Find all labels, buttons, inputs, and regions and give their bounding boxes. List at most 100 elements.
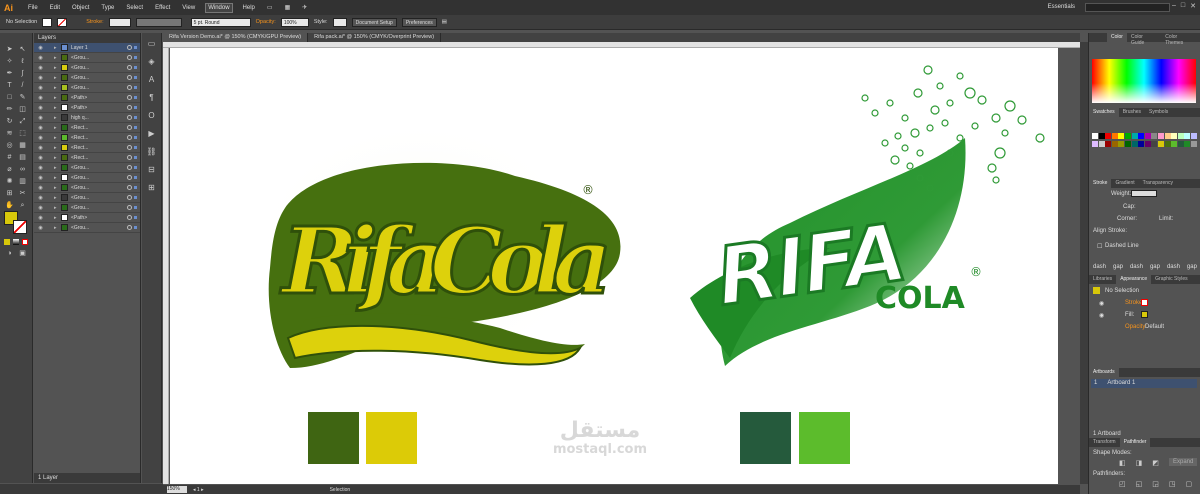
layer-row[interactable]: ◉ ▸ <Rect... bbox=[34, 143, 140, 153]
paragraph-panel-icon[interactable]: ¶ bbox=[145, 93, 159, 103]
disclosure-icon[interactable]: ▸ bbox=[54, 95, 61, 101]
disclosure-icon[interactable]: ▸ bbox=[54, 205, 61, 211]
transform-panel-icon[interactable]: ⊞ bbox=[145, 183, 159, 193]
actions-panel-icon[interactable]: ▶ bbox=[145, 129, 159, 139]
lasso-tool-icon[interactable]: ℓ bbox=[18, 57, 27, 66]
draw-mode-icon[interactable]: ◑ bbox=[5, 249, 14, 258]
target-icon[interactable] bbox=[127, 135, 132, 140]
magic-wand-tool-icon[interactable]: ✧ bbox=[5, 57, 14, 66]
eye-icon[interactable]: ◉ bbox=[36, 215, 45, 221]
eye-icon[interactable]: ◉ bbox=[36, 45, 45, 51]
target-icon[interactable] bbox=[127, 145, 132, 150]
hand-tool-icon[interactable]: ✋ bbox=[5, 201, 14, 210]
swatch[interactable] bbox=[1184, 141, 1191, 147]
tab-rifa-version-demo[interactable]: Rifa Version Demo.ai* @ 150% (CMYK/GPU P… bbox=[163, 33, 309, 42]
tab-gradient[interactable]: Gradient bbox=[1111, 179, 1138, 188]
crop-icon[interactable]: ◳ bbox=[1169, 480, 1176, 488]
swatch[interactable] bbox=[1171, 141, 1178, 147]
none-mode-icon[interactable] bbox=[22, 239, 28, 245]
maximize-icon[interactable]: □ bbox=[1181, 2, 1185, 10]
disclosure-icon[interactable]: ▸ bbox=[54, 145, 61, 151]
swatch[interactable] bbox=[1111, 133, 1118, 139]
outline-icon[interactable]: ▢ bbox=[1186, 480, 1193, 488]
tab-stroke[interactable]: Stroke bbox=[1089, 179, 1112, 188]
stroke-color-swatch[interactable] bbox=[13, 220, 27, 234]
type-tool-icon[interactable]: T bbox=[5, 81, 14, 90]
tab-symbols[interactable]: Symbols bbox=[1145, 108, 1172, 117]
preferences-button[interactable]: Preferences bbox=[401, 17, 437, 27]
layer-row[interactable]: ◉ ▸ <Path> bbox=[34, 103, 140, 113]
tab-color-themes[interactable]: Color Themes bbox=[1161, 33, 1200, 46]
eye-icon[interactable]: ◉ bbox=[36, 115, 45, 121]
trim-icon[interactable]: ◱ bbox=[1136, 480, 1143, 488]
perspective-grid-tool-icon[interactable]: ▦ bbox=[18, 141, 27, 150]
arrange-icon[interactable]: ▦ bbox=[283, 3, 293, 12]
swatch[interactable] bbox=[1171, 133, 1178, 139]
target-icon[interactable] bbox=[127, 195, 132, 200]
tab-artboards[interactable]: Artboards bbox=[1089, 368, 1119, 377]
eye-icon[interactable]: ◉ bbox=[36, 145, 45, 151]
target-icon[interactable] bbox=[127, 215, 132, 220]
target-icon[interactable] bbox=[127, 55, 132, 60]
minimize-icon[interactable]: – bbox=[1172, 2, 1176, 10]
stroke-swatch[interactable] bbox=[57, 17, 68, 27]
layer-row[interactable]: ◉ ▸ <Rect... bbox=[34, 123, 140, 133]
gradient-mode-icon[interactable] bbox=[13, 239, 19, 245]
eraser-tool-icon[interactable]: ◫ bbox=[18, 105, 27, 114]
target-icon[interactable] bbox=[127, 95, 132, 100]
eye-icon[interactable]: ◉ bbox=[36, 85, 45, 91]
arrange-docs-icon[interactable]: ▤ bbox=[442, 19, 447, 25]
rifa-cola-leaf-logo[interactable]: RIFA COLA ® bbox=[690, 65, 1045, 366]
layer-row[interactable]: ◉ ▸ Layer 1 bbox=[34, 43, 140, 53]
menu-view[interactable]: View bbox=[180, 4, 197, 12]
disclosure-icon[interactable]: ▸ bbox=[54, 165, 61, 171]
color-spectrum[interactable] bbox=[1092, 59, 1196, 103]
layer-row[interactable]: ◉ ▸ <Path> bbox=[34, 213, 140, 223]
stroke-appearance-swatch[interactable] bbox=[1141, 299, 1148, 306]
target-icon[interactable] bbox=[127, 185, 132, 190]
eye-icon[interactable]: ◉ bbox=[36, 135, 45, 141]
target-icon[interactable] bbox=[127, 205, 132, 210]
eye-icon[interactable]: ◉ bbox=[1099, 312, 1104, 319]
merge-icon[interactable]: ◲ bbox=[1152, 480, 1159, 488]
layer-row[interactable]: ◉ ▸ <Rect... bbox=[34, 153, 140, 163]
swatch[interactable] bbox=[1164, 141, 1171, 147]
swatch[interactable] bbox=[1131, 141, 1138, 147]
color-mode-icon[interactable] bbox=[4, 239, 10, 245]
graph-tool-icon[interactable]: ▥ bbox=[18, 177, 27, 186]
opentype-panel-icon[interactable]: O bbox=[145, 111, 159, 121]
layer-row[interactable]: ◉ ▸ <Grou... bbox=[34, 203, 140, 213]
expand-button[interactable]: Expand bbox=[1169, 458, 1198, 466]
layer-row[interactable]: ◉ ▸ high q... bbox=[34, 113, 140, 123]
search-input[interactable] bbox=[1085, 3, 1170, 12]
swatch[interactable] bbox=[1098, 141, 1105, 147]
selection-tool-icon[interactable]: ➤ bbox=[5, 45, 14, 54]
close-icon[interactable]: ✕ bbox=[1190, 2, 1196, 10]
layer-row[interactable]: ◉ ▸ <Grou... bbox=[34, 173, 140, 183]
symbol-sprayer-tool-icon[interactable]: ✺ bbox=[5, 177, 14, 186]
swatch[interactable] bbox=[1151, 133, 1158, 139]
disclosure-icon[interactable]: ▸ bbox=[54, 155, 61, 161]
dashed-line-checkbox[interactable]: ☐ bbox=[1097, 243, 1102, 250]
blend-tool-icon[interactable]: ∞ bbox=[18, 165, 27, 174]
disclosure-icon[interactable]: ▸ bbox=[54, 45, 61, 51]
tab-color[interactable]: Color bbox=[1107, 33, 1127, 42]
disclosure-icon[interactable]: ▸ bbox=[54, 225, 61, 231]
intersect-icon[interactable]: ◩ bbox=[1152, 459, 1159, 467]
swatch[interactable] bbox=[1118, 141, 1125, 147]
paintbrush-tool-icon[interactable]: ✎ bbox=[18, 93, 27, 102]
eye-icon[interactable]: ◉ bbox=[1099, 300, 1104, 307]
stroke-weight-field[interactable] bbox=[108, 17, 131, 27]
swatch[interactable] bbox=[1098, 133, 1105, 139]
target-icon[interactable] bbox=[127, 165, 132, 170]
swatch[interactable] bbox=[1138, 141, 1145, 147]
palette-swatch[interactable] bbox=[308, 412, 359, 464]
fill-appearance-swatch[interactable] bbox=[1141, 311, 1148, 318]
tab-libraries[interactable]: Libraries bbox=[1089, 275, 1116, 284]
swatch[interactable] bbox=[1105, 133, 1112, 139]
direct-selection-tool-icon[interactable]: ↖ bbox=[18, 45, 27, 54]
disclosure-icon[interactable]: ▸ bbox=[54, 175, 61, 181]
tab-brushes[interactable]: Brushes bbox=[1119, 108, 1145, 117]
disclosure-icon[interactable]: ▸ bbox=[54, 215, 61, 221]
disclosure-icon[interactable]: ▸ bbox=[54, 55, 61, 61]
